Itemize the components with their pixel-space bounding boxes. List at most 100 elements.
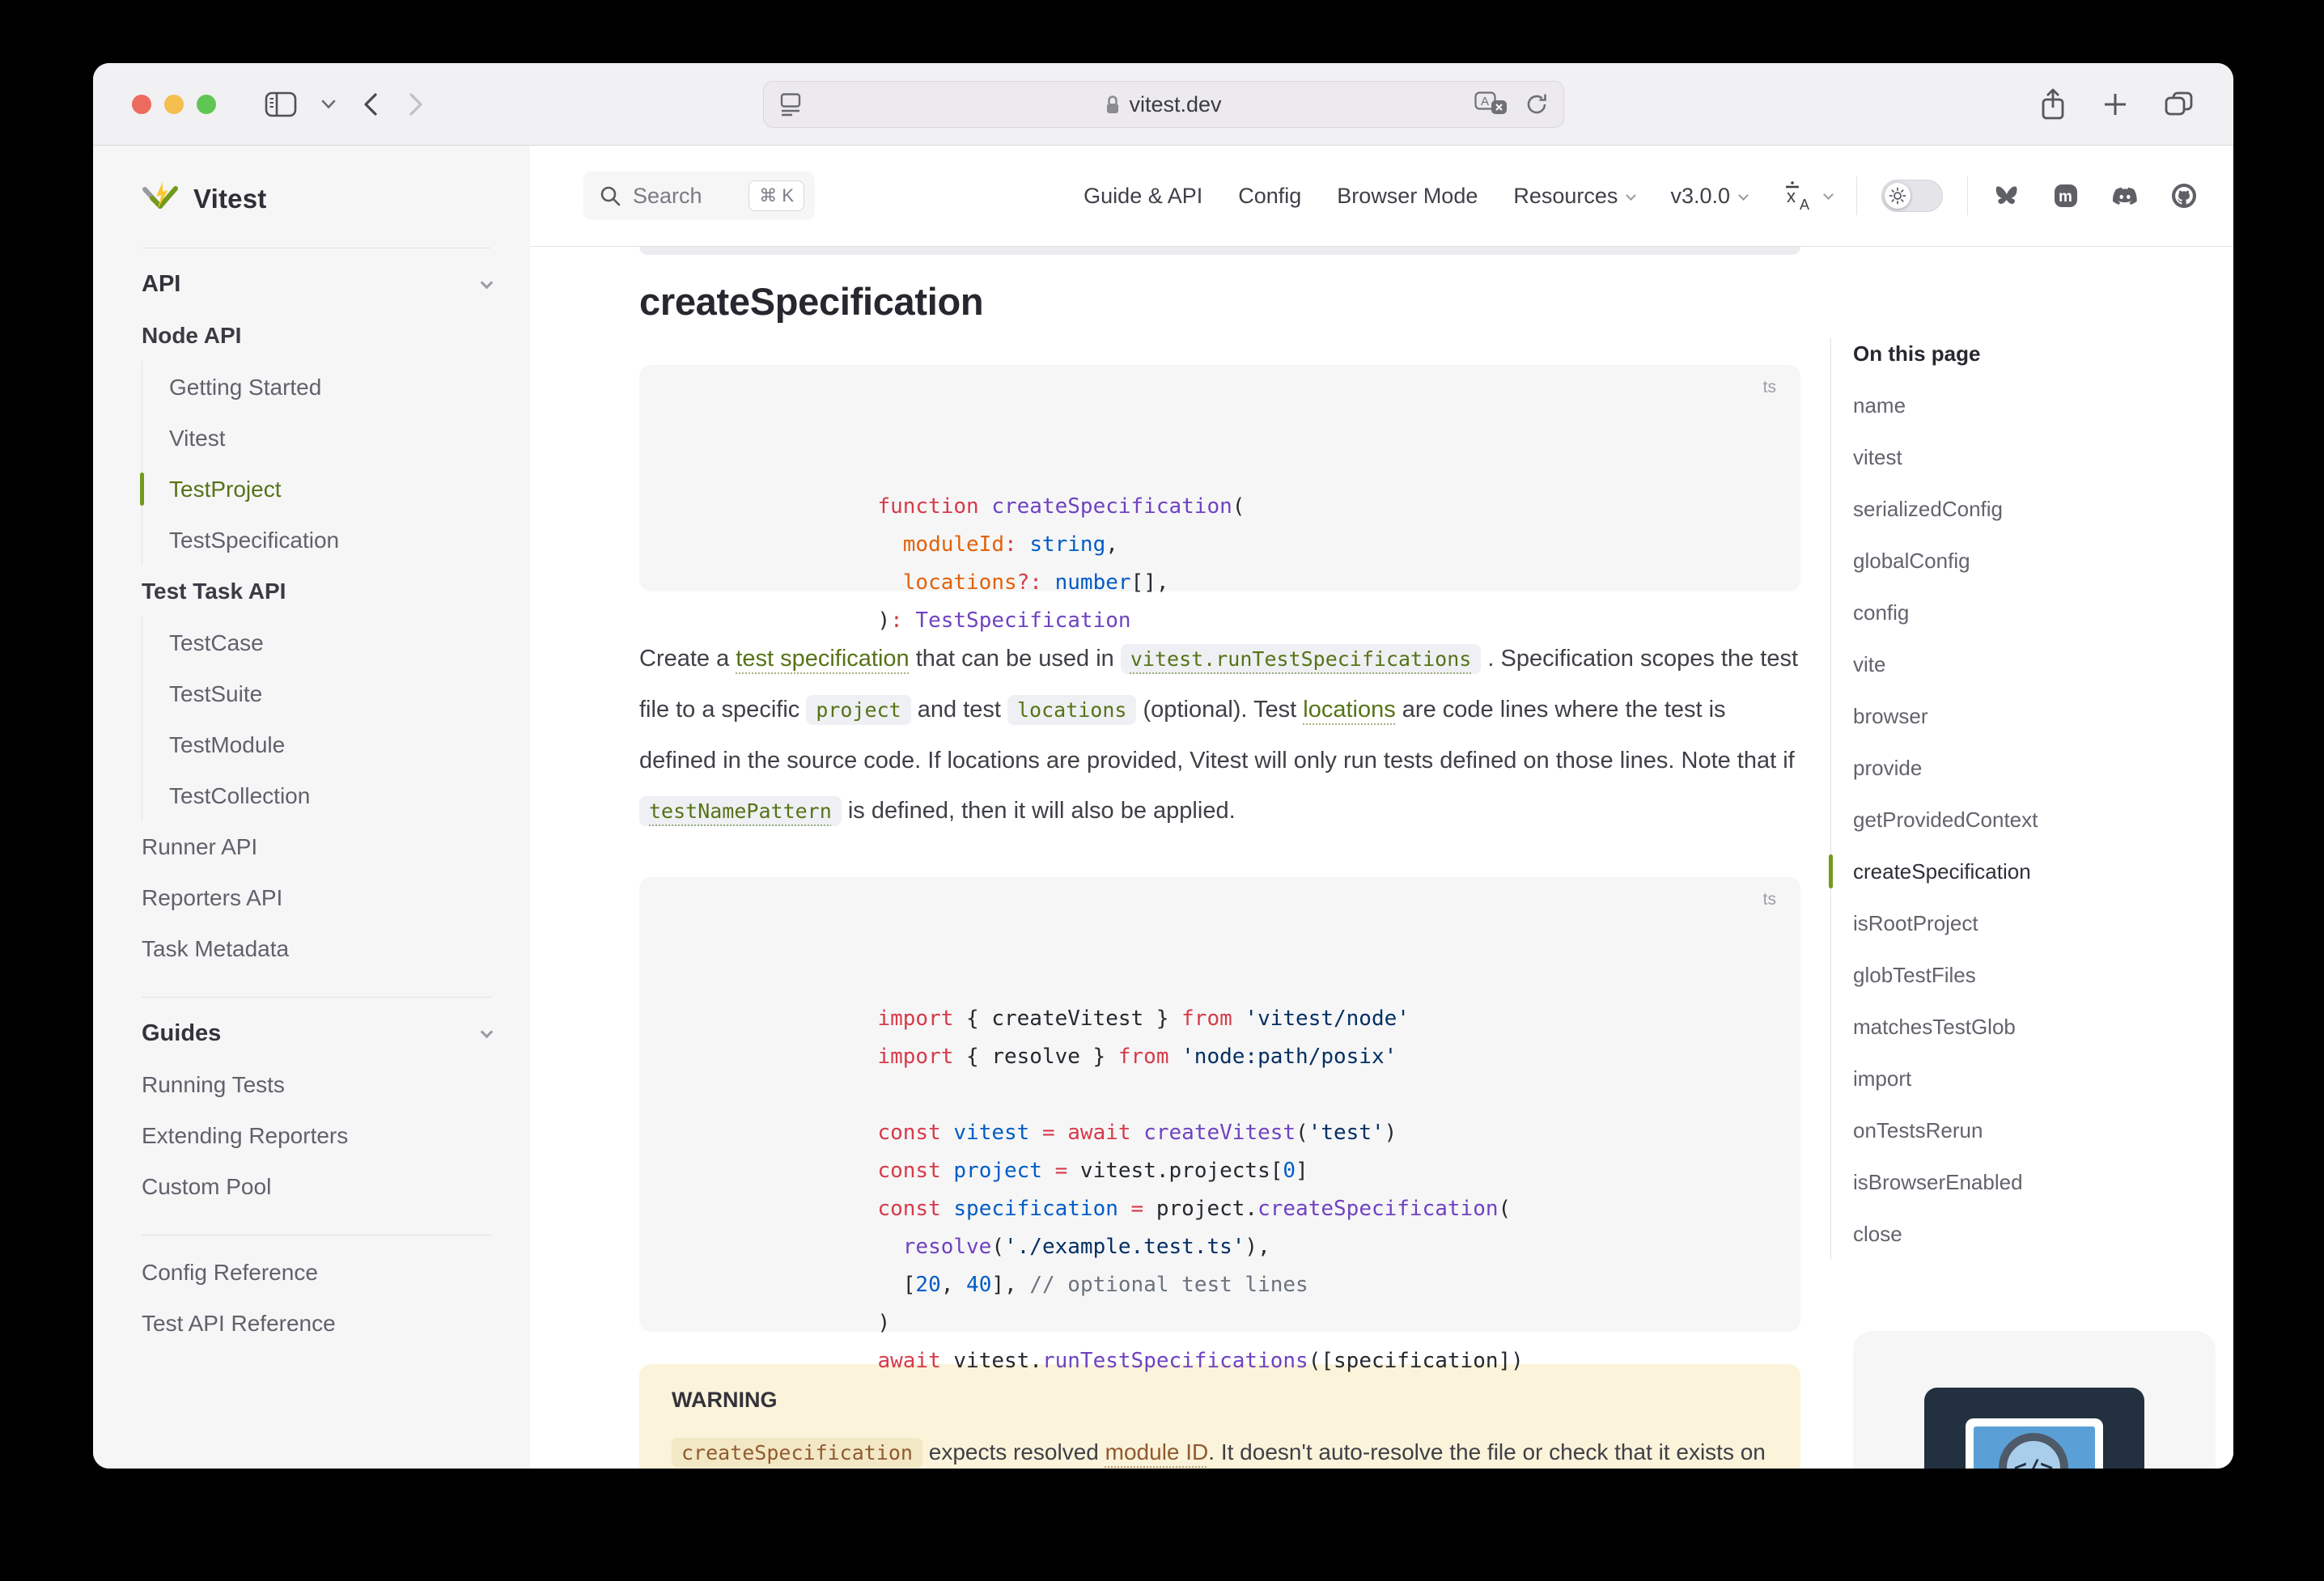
toc-item-label: isRootProject [1853, 911, 1978, 936]
sidebar-item[interactable]: Test API Reference [142, 1298, 491, 1349]
sidebar-item[interactable]: Extending Reporters [142, 1110, 491, 1161]
text-segment: createSpecification [672, 1438, 922, 1468]
share-button[interactable] [2039, 87, 2067, 121]
address-bar[interactable]: vitest.dev A [763, 81, 1564, 128]
sidebar-item-label: TestModule [169, 732, 285, 758]
toc-item[interactable]: matchesTestGlob [1853, 1001, 2219, 1053]
toc-item[interactable]: globalConfig [1853, 535, 2219, 587]
language-menu-button[interactable]: xA [1783, 180, 1832, 211]
sidebar-item[interactable]: Runner API [142, 821, 491, 872]
sidebar-item[interactable]: Task Metadata [142, 923, 491, 974]
reload-button[interactable] [1525, 92, 1549, 117]
header-divider [1856, 176, 1857, 215]
sidebar-item[interactable]: Vitest [169, 413, 491, 464]
chevron-down-icon [1626, 190, 1637, 201]
toc-item-label: globalConfig [1853, 549, 1970, 574]
sidebar-item-label: Vitest [169, 426, 226, 451]
back-button[interactable] [360, 91, 381, 117]
main-content: createSpecification ts function createSp… [530, 247, 2233, 1469]
nav-item[interactable]: Config [1238, 184, 1301, 209]
sidebar-item-label: Getting Started [169, 375, 321, 401]
code-token: : [890, 608, 903, 633]
zoom-window-button[interactable] [197, 95, 216, 114]
code-block-example[interactable]: ts import { createVitest } from 'vitest/… [639, 877, 1800, 1332]
toc-item[interactable]: serializedConfig [1853, 483, 2219, 535]
sidebar-item[interactable]: TestSpecification [169, 515, 491, 566]
doc-content: createSpecification ts function createSp… [639, 247, 1800, 1469]
code-token: ( [1499, 1197, 1512, 1221]
sidebar-item[interactable]: Reporters API [142, 872, 491, 923]
chevron-down-icon [321, 100, 336, 109]
github-link[interactable] [2170, 182, 2198, 210]
toc-item[interactable]: config [1853, 587, 2219, 638]
text-segment: is defined, then it will also be applied… [842, 798, 1236, 824]
toc-item[interactable]: isBrowserEnabled [1853, 1156, 2219, 1208]
code-token: 'vitest/node' [1245, 1007, 1410, 1031]
sidebar-section-guides[interactable]: Guides [142, 1007, 491, 1059]
sidebar-node-api-list: Getting Started Vitest TestProjectTestSpec… [142, 362, 491, 566]
sidebar-toggle-button[interactable] [265, 91, 297, 117]
sidebar-section-api[interactable]: API [142, 258, 491, 310]
toc-item[interactable]: getProvidedContext [1853, 794, 2219, 846]
sidebar-item[interactable]: TestSuite [169, 668, 491, 719]
svg-text:A: A [1481, 95, 1489, 108]
minimize-window-button[interactable] [164, 95, 184, 114]
toc-item[interactable]: globTestFiles [1853, 949, 2219, 1001]
forward-icon [405, 91, 426, 117]
bluesky-icon [1992, 183, 2021, 209]
toc-item[interactable]: vite [1853, 638, 2219, 690]
share-icon [2039, 87, 2067, 121]
chevron-down-icon [1738, 190, 1749, 201]
new-tab-button[interactable] [2102, 91, 2128, 117]
search-input[interactable]: Search ⌘ K [583, 172, 815, 220]
sidebar-item[interactable]: TestCollection [169, 770, 491, 821]
sidebar-item[interactable]: Custom Pool [142, 1161, 491, 1212]
toc-item[interactable]: name [1853, 379, 2219, 431]
sidebar-item-label: TestCase [169, 630, 264, 656]
discord-link[interactable] [2110, 182, 2140, 210]
text-segment: that can be used in [910, 646, 1121, 672]
mastodon-link[interactable]: m [2052, 182, 2080, 210]
toc-item[interactable]: isRootProject [1853, 897, 2219, 949]
code-token: await [1067, 1121, 1130, 1145]
translate-page-button[interactable]: A [1474, 91, 1508, 117]
code-token: await [877, 1349, 940, 1373]
sidebar-item[interactable]: Running Tests [142, 1059, 491, 1110]
desktop-background: vitest.dev A [0, 0, 2324, 1581]
toc-item[interactable]: import [1853, 1053, 2219, 1104]
nav-item[interactable]: Guide & API [1084, 184, 1202, 209]
toc-item[interactable]: close [1853, 1208, 2219, 1260]
sidebar-menu-button[interactable] [321, 100, 336, 109]
sidebar-item-label: Test API Reference [142, 1311, 336, 1337]
toc-item[interactable]: provide [1853, 742, 2219, 794]
close-window-button[interactable] [132, 95, 151, 114]
sponsor-card[interactable]: </> [1853, 1331, 2216, 1469]
sidebar-item[interactable]: TestModule [169, 719, 491, 770]
theme-toggle[interactable] [1881, 180, 1943, 212]
code-token: { createVitest } [953, 1007, 1181, 1031]
toc-item[interactable]: vitest [1853, 431, 2219, 483]
nav-item[interactable]: Browser Mode [1337, 184, 1478, 209]
sidebar-item[interactable]: Getting Started [169, 362, 491, 413]
code-glyph: </> [2014, 1456, 2054, 1469]
tab-overview-button[interactable] [2164, 91, 2195, 118]
reader-icon[interactable] [778, 91, 803, 117]
code-block-signature[interactable]: ts function createSpecification( moduleI… [639, 365, 1800, 591]
sidebar-section-api-label: API [142, 271, 180, 298]
sidebar-item-label: TestSuite [169, 681, 262, 707]
toc-item[interactable]: createSpecification [1853, 846, 2219, 897]
nav-item[interactable]: Resources [1513, 184, 1635, 209]
nav-item[interactable]: v3.0.0 [1670, 184, 1747, 209]
sidebar-item-label: Custom Pool [142, 1174, 271, 1200]
forward-button[interactable] [405, 91, 426, 117]
bluesky-link[interactable] [1992, 183, 2021, 209]
code-token: number [1055, 570, 1131, 595]
code-token: runTestSpecifications [1042, 1349, 1308, 1373]
toc-item[interactable]: onTestsRerun [1853, 1104, 2219, 1156]
site-logo[interactable]: Vitest [142, 176, 491, 222]
sidebar-item[interactable]: Config Reference [142, 1247, 491, 1298]
toc-item[interactable]: browser [1853, 690, 2219, 742]
code-token: ( [1296, 1121, 1308, 1145]
sidebar-item[interactable]: TestProject [169, 464, 491, 515]
sidebar-item[interactable]: TestCase [169, 617, 491, 668]
